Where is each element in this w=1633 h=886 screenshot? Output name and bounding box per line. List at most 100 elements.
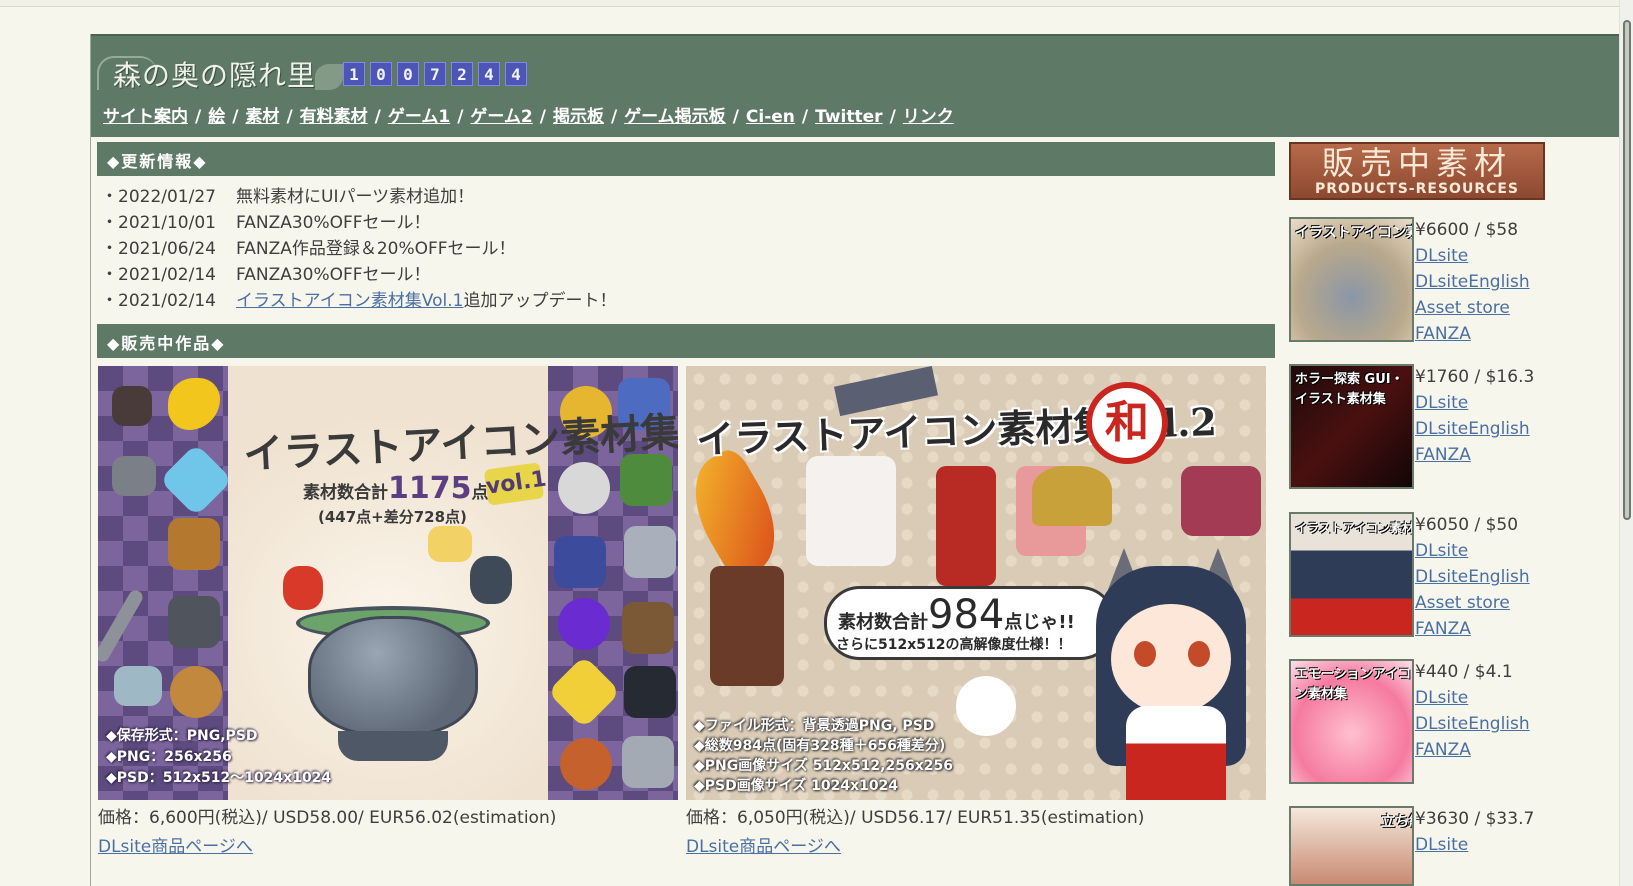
update-item: ・2021/02/14 FANZA30%OFFセール！ — [101, 262, 616, 288]
sidebar-link-dlsite-english[interactable]: DLsiteEnglish — [1415, 564, 1530, 590]
access-counter: 1 0 0 7 2 4 4 — [343, 62, 527, 86]
sidebar-price: ¥440 / $4.1 — [1415, 662, 1513, 682]
sidebar-link-fanza[interactable]: FANZA — [1415, 321, 1530, 347]
nav-link-game2[interactable]: ゲーム2 — [470, 107, 532, 127]
nav-link-paid-materials[interactable]: 有料素材 — [300, 107, 368, 127]
nav-link-site-guide[interactable]: サイト案内 — [103, 107, 188, 127]
banner-wa-badge: 和 — [1086, 382, 1168, 464]
miko-girl-eye — [1188, 641, 1210, 667]
nav-link-links[interactable]: リンク — [903, 107, 954, 127]
works-heading: ◆販売中作品◆ — [97, 324, 1275, 358]
update-text: FANZA作品登録＆20%OFFセール！ — [236, 239, 516, 259]
update-text: 無料素材にUIパーツ素材追加！ — [236, 187, 475, 207]
nav-separator: / — [539, 107, 546, 127]
hat-icon — [554, 536, 606, 588]
sidebar-price: ¥6600 / $58 — [1415, 220, 1519, 240]
product-thumbnail[interactable]: イラストアイコン素材集Vol.1&2 — [1289, 512, 1414, 637]
sidebar-price: ¥3630 / $33.7 — [1415, 809, 1535, 829]
page-container: 森の奥の隠れ里 1 0 0 7 2 4 4 サイト案内 / 絵 / 素材 / 有料素材 / ゲー… — [90, 34, 1624, 886]
armor-set-icon — [710, 566, 784, 686]
sidebar-link-asset-store[interactable]: Asset store — [1415, 295, 1530, 321]
product-thumbnail[interactable]: 立ち絵 — [1289, 806, 1414, 886]
update-link[interactable]: イラストアイコン素材集Vol.1 — [236, 291, 463, 311]
banner-spec: ◆PSD：512x512～1024x1024 — [106, 770, 332, 786]
update-text: FANZA30%OFFセール！ — [236, 265, 431, 285]
sidebar-link-dlsite-english[interactable]: DLsiteEnglish — [1415, 269, 1530, 295]
herb-icon — [620, 454, 672, 506]
sidebar-product-info: ¥1760 / $16.3 DLsite DLsiteEnglish FANZA — [1415, 364, 1534, 468]
banner-count-prefix: 素材数合計 — [838, 612, 928, 633]
ore-icon — [470, 556, 512, 604]
product-thumbnail[interactable]: エモーションアイコン素材集 — [1289, 659, 1414, 784]
updates-heading: ◆更新情報◆ — [97, 142, 1275, 176]
counter-digit: 2 — [451, 62, 473, 86]
scrollbar-thumb[interactable] — [1623, 20, 1631, 520]
banner-spec: ◆PSD画像サイズ 1024x1024 — [694, 778, 899, 794]
banner-count-prefix: 素材数合計 — [303, 483, 388, 503]
banner-count: 984 — [928, 592, 1005, 638]
nav-separator: / — [889, 107, 896, 127]
product-price: 価格：6,050円(税込)/ USD56.17/ EUR51.35(estima… — [686, 808, 1145, 828]
gauntlet-icon — [622, 736, 674, 788]
sandals-icon — [1181, 466, 1261, 536]
banner-breakdown: (447点+差分728点) — [318, 508, 467, 526]
nav-link-game-bbs[interactable]: ゲーム掲示板 — [624, 107, 726, 127]
miko-girl-outfit — [1126, 706, 1226, 800]
dlsite-product-link[interactable]: DLsite商品ページへ — [686, 832, 841, 857]
sidebar-link-asset-store[interactable]: Asset store — [1415, 590, 1530, 616]
banner-resolution-note: さらに512x512の高解像度仕様！！ — [836, 637, 1072, 653]
samurai-armor-icon — [936, 466, 996, 586]
boots-icon — [624, 526, 676, 578]
nav-link-materials[interactable]: 素材 — [245, 107, 279, 127]
product-thumbnail[interactable]: ホラー探索 GUI・イラスト素材集 — [1289, 364, 1414, 489]
counter-digit: 1 — [343, 62, 365, 86]
thumbnail-label: ホラー探索 GUI・イラスト素材集 — [1295, 372, 1404, 407]
sidebar-link-fanza[interactable]: FANZA — [1415, 737, 1530, 763]
update-date: ・2021/02/14 — [101, 291, 216, 311]
product-card: イラストアイコン素材集Vol.2 和 素材数合計984点じゃ!! さらに512x… — [686, 366, 1266, 857]
product-thumbnail[interactable]: イラストアイコン素材 — [1289, 217, 1414, 342]
dlsite-product-link[interactable]: DLsite商品ページへ — [98, 832, 253, 857]
product-price: 価格：6,600円(税込)/ USD58.00/ EUR56.02(estima… — [98, 808, 557, 828]
sidebar-link-fanza[interactable]: FANZA — [1415, 616, 1530, 642]
gun-icon — [112, 456, 156, 496]
site-logo[interactable]: 森の奥の隠れ里 — [97, 46, 343, 96]
nav-link-game1[interactable]: ゲーム1 — [388, 107, 450, 127]
sidebar-price: ¥6050 / $50 — [1415, 515, 1519, 535]
nav-link-bbs[interactable]: 掲示板 — [553, 107, 604, 127]
update-date: ・2021/06/24 — [101, 239, 216, 259]
nav-link-ci-en[interactable]: Ci-en — [746, 107, 795, 127]
counter-digit: 4 — [478, 62, 500, 86]
product-banner-vol2[interactable]: イラストアイコン素材集Vol.2 和 素材数合計984点じゃ!! さらに512x… — [686, 366, 1266, 800]
book-icon — [168, 596, 220, 648]
vertical-scrollbar[interactable] — [1619, 0, 1633, 886]
sidebar-link-dlsite[interactable]: DLsite — [1415, 685, 1530, 711]
product-banner-vol1[interactable]: イラストアイコン素材集 素材数合計1175点！！ (447点+差分728点) v… — [98, 366, 678, 800]
sidebar-link-dlsite[interactable]: DLsite — [1415, 390, 1534, 416]
armor-icon — [622, 602, 674, 654]
treasure-chest-icon — [168, 518, 220, 570]
banner-count: 1175 — [388, 471, 472, 506]
dragonfly-icon — [114, 666, 162, 706]
sidebar-product-info: ¥6050 / $50 DLsite DLsiteEnglish Asset s… — [1415, 512, 1530, 642]
banner-spec: ◆PNG画像サイズ 512x512,256x256 — [694, 758, 953, 774]
nav-separator: / — [195, 107, 202, 127]
banner-spec-list: ◆保存形式：PNG,PSD ◆PNG：256x256 ◆PSD：512x512～… — [106, 726, 331, 789]
cheese-icon — [428, 526, 472, 562]
nav-link-illustrations[interactable]: 絵 — [208, 107, 225, 127]
nav-link-twitter[interactable]: Twitter — [815, 107, 882, 127]
update-date: ・2021/02/14 — [101, 265, 216, 285]
products-resources-banner: 販売中素材 PRODUCTS-RESOURCES — [1289, 142, 1545, 200]
sidebar-link-dlsite-english[interactable]: DLsiteEnglish — [1415, 416, 1534, 442]
sidebar-link-dlsite[interactable]: DLsite — [1415, 832, 1534, 858]
sidebar-link-dlsite-english[interactable]: DLsiteEnglish — [1415, 711, 1530, 737]
ring-icon — [558, 462, 610, 514]
banner-count-line: 素材数合計984点じゃ!! — [838, 592, 1075, 638]
miko-girl-face — [1111, 604, 1231, 714]
sidebar-link-dlsite[interactable]: DLsite — [1415, 243, 1530, 269]
update-item: ・2021/02/14 イラストアイコン素材集Vol.1追加アップデート！ — [101, 288, 616, 314]
sidebar-link-dlsite[interactable]: DLsite — [1415, 538, 1530, 564]
update-text: 追加アップデート！ — [463, 291, 617, 311]
sidebar-link-fanza[interactable]: FANZA — [1415, 442, 1534, 468]
flame-leaf-icon — [686, 444, 796, 584]
